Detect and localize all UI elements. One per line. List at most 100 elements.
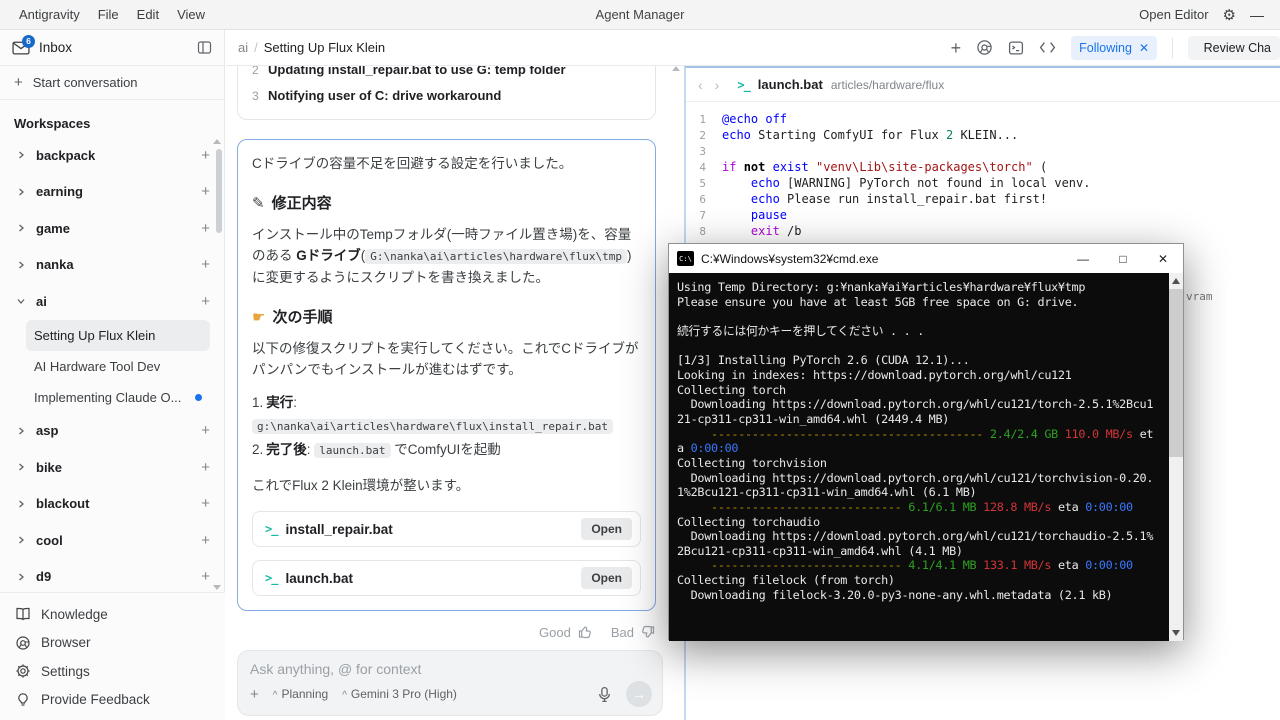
workspace-row-cool[interactable]: cool+ (0, 522, 224, 559)
mode-picker[interactable]: ^ Planning (273, 687, 328, 701)
thumbs-up-icon[interactable] (577, 624, 593, 640)
cmd-titlebar[interactable]: C:\ C:¥Windows¥system32¥cmd.exe — □ ✕ (669, 244, 1183, 273)
mic-icon[interactable] (597, 686, 612, 703)
chevron-right-icon[interactable] (16, 150, 30, 160)
thumbs-down-icon[interactable] (640, 624, 656, 640)
editor-file-name[interactable]: launch.bat (758, 77, 823, 92)
workspace-row-game[interactable]: game+ (0, 210, 224, 247)
chevron-right-icon[interactable] (16, 260, 30, 270)
workspace-row-blackout[interactable]: blackout + (0, 486, 224, 523)
code-token: if (722, 160, 736, 176)
workspace-row-ai[interactable]: ai+ (0, 283, 224, 320)
send-button[interactable]: → (626, 681, 652, 707)
sidebar-item-provide-feedback[interactable]: Provide Feedback (0, 686, 225, 715)
workspace-row-d9[interactable]: d9 + (0, 559, 224, 596)
plan-item[interactable]: 3Notifying user of C: drive workaround (252, 83, 641, 109)
add-conversation-icon[interactable]: + (201, 147, 210, 164)
cmd-close-button[interactable]: ✕ (1143, 244, 1183, 273)
workspace-row-bike[interactable]: bike+ (0, 449, 224, 486)
open-button[interactable]: Open (581, 567, 632, 589)
plan-item[interactable]: 2Updating install_repair.bat to use G: t… (252, 66, 641, 83)
cmd-maximize-button[interactable]: □ (1103, 244, 1143, 273)
sidebar-scrollbar-thumb[interactable] (216, 149, 222, 233)
chevron-right-icon[interactable] (16, 535, 30, 545)
add-conversation-icon[interactable]: + (201, 459, 210, 476)
workspace-name: blackout (36, 496, 89, 511)
nav-back-icon[interactable]: ‹ (698, 77, 703, 93)
conversation-item[interactable]: Implementing Claude O... (26, 382, 210, 413)
cmd-scroll-up-icon[interactable] (1172, 278, 1180, 284)
sidebar-scroll-down-icon[interactable] (213, 585, 221, 590)
chat-scroll-up-icon[interactable] (672, 66, 680, 71)
sidebar-item-settings[interactable]: Settings (0, 657, 225, 686)
following-close-icon[interactable]: ✕ (1139, 41, 1149, 55)
browser-icon[interactable] (976, 39, 993, 56)
add-conversation-icon[interactable]: + (201, 495, 210, 512)
text-segment: でComfyUIを起動 (391, 442, 501, 457)
add-conversation-icon[interactable]: + (201, 568, 210, 585)
add-conversation-icon[interactable]: + (201, 256, 210, 273)
workspace-row-earning[interactable]: earning+ (0, 174, 224, 211)
bad-label[interactable]: Bad (611, 625, 634, 640)
chevron-right-icon[interactable] (16, 572, 30, 582)
menu-view[interactable]: View (168, 7, 214, 22)
inbox-row[interactable]: 6 Inbox (0, 30, 224, 66)
heading-next-label: 次の手順 (272, 306, 332, 327)
open-editor-button[interactable]: Open Editor (1139, 7, 1208, 22)
attach-icon[interactable]: + (250, 686, 259, 703)
nav-forward-icon[interactable]: › (715, 77, 720, 93)
gear-icon[interactable]: ⚙ (1223, 6, 1236, 24)
chevron-right-icon[interactable] (16, 499, 30, 509)
message-paragraph-2: 以下の修復スクリプトを実行してください。これでCドライブがパンパンでもインストー… (252, 338, 641, 380)
open-button[interactable]: Open (581, 518, 632, 540)
conversation-item[interactable]: Setting Up Flux Klein (26, 320, 210, 351)
menu-file[interactable]: File (89, 7, 128, 22)
add-conversation-icon[interactable]: + (201, 422, 210, 439)
chevron-right-icon[interactable] (16, 462, 30, 472)
menu-edit[interactable]: Edit (128, 7, 168, 22)
sidebar-item-knowledge[interactable]: Knowledge (0, 600, 225, 629)
chat-input-box[interactable]: + ^ Planning ^ Gemini 3 Pro (High) → (237, 650, 663, 716)
code-token: ( (1033, 160, 1047, 176)
start-conversation-button[interactable]: + Start conversation (0, 66, 224, 100)
terminal-line: ---------------------------- 6.1/6.1 MB … (677, 500, 1169, 515)
add-conversation-icon[interactable]: + (201, 220, 210, 237)
cmd-window[interactable]: C:\ C:¥Windows¥system32¥cmd.exe — □ ✕ Us… (668, 243, 1184, 640)
chevron-right-icon[interactable] (16, 223, 30, 233)
sidebar-scroll-up-icon[interactable] (213, 139, 221, 144)
cmd-terminal[interactable]: Using Temp Directory: g:¥nanka¥ai¥articl… (669, 273, 1183, 641)
following-chip[interactable]: Following ✕ (1071, 36, 1157, 60)
workspace-row-asp[interactable]: asp+ (0, 413, 224, 450)
code-fragment: vram (1186, 290, 1213, 303)
cmd-minimize-button[interactable]: — (1063, 244, 1103, 273)
add-conversation-icon[interactable]: + (201, 532, 210, 549)
menu-antigravity[interactable]: Antigravity (10, 7, 89, 22)
code-token: Starting ComfyUI for Flux (751, 128, 946, 144)
good-label[interactable]: Good (539, 625, 571, 640)
workspace-row-backpack[interactable]: backpack+ (0, 137, 224, 174)
conversation-item[interactable]: AI Hardware Tool Dev (26, 351, 210, 382)
model-picker[interactable]: ^ Gemini 3 Pro (High) (342, 687, 457, 701)
sidebar-item-browser[interactable]: Browser (0, 629, 225, 658)
chevron-right-icon[interactable] (16, 426, 30, 436)
line-number: 7 (686, 208, 722, 224)
breadcrumb-workspace[interactable]: ai (238, 40, 248, 55)
workspace-name: d9 (36, 569, 51, 584)
chevron-down-icon[interactable] (16, 296, 30, 306)
add-conversation-icon[interactable]: + (201, 183, 210, 200)
panel-toggle-icon[interactable] (197, 40, 212, 55)
cmd-scrollbar-thumb[interactable] (1169, 289, 1183, 457)
add-conversation-icon[interactable]: + (201, 293, 210, 310)
cmd-scroll-down-icon[interactable] (1172, 630, 1180, 636)
code-icon[interactable] (1039, 41, 1056, 54)
new-tab-icon[interactable]: + (951, 39, 962, 57)
review-changes-tab[interactable]: Review Cha (1188, 36, 1280, 60)
chevron-up-icon: ^ (342, 690, 347, 701)
chat-input[interactable] (250, 661, 650, 677)
cmd-scrollbar[interactable] (1169, 273, 1183, 641)
chevron-right-icon[interactable] (16, 187, 30, 197)
minimize-icon[interactable]: — (1250, 7, 1270, 23)
terminal-panel-icon[interactable] (1008, 40, 1024, 56)
workspace-row-nanka[interactable]: nanka+ (0, 247, 224, 284)
code-area: 1@echo off2echo Starting ComfyUI for Flu… (686, 102, 1280, 240)
